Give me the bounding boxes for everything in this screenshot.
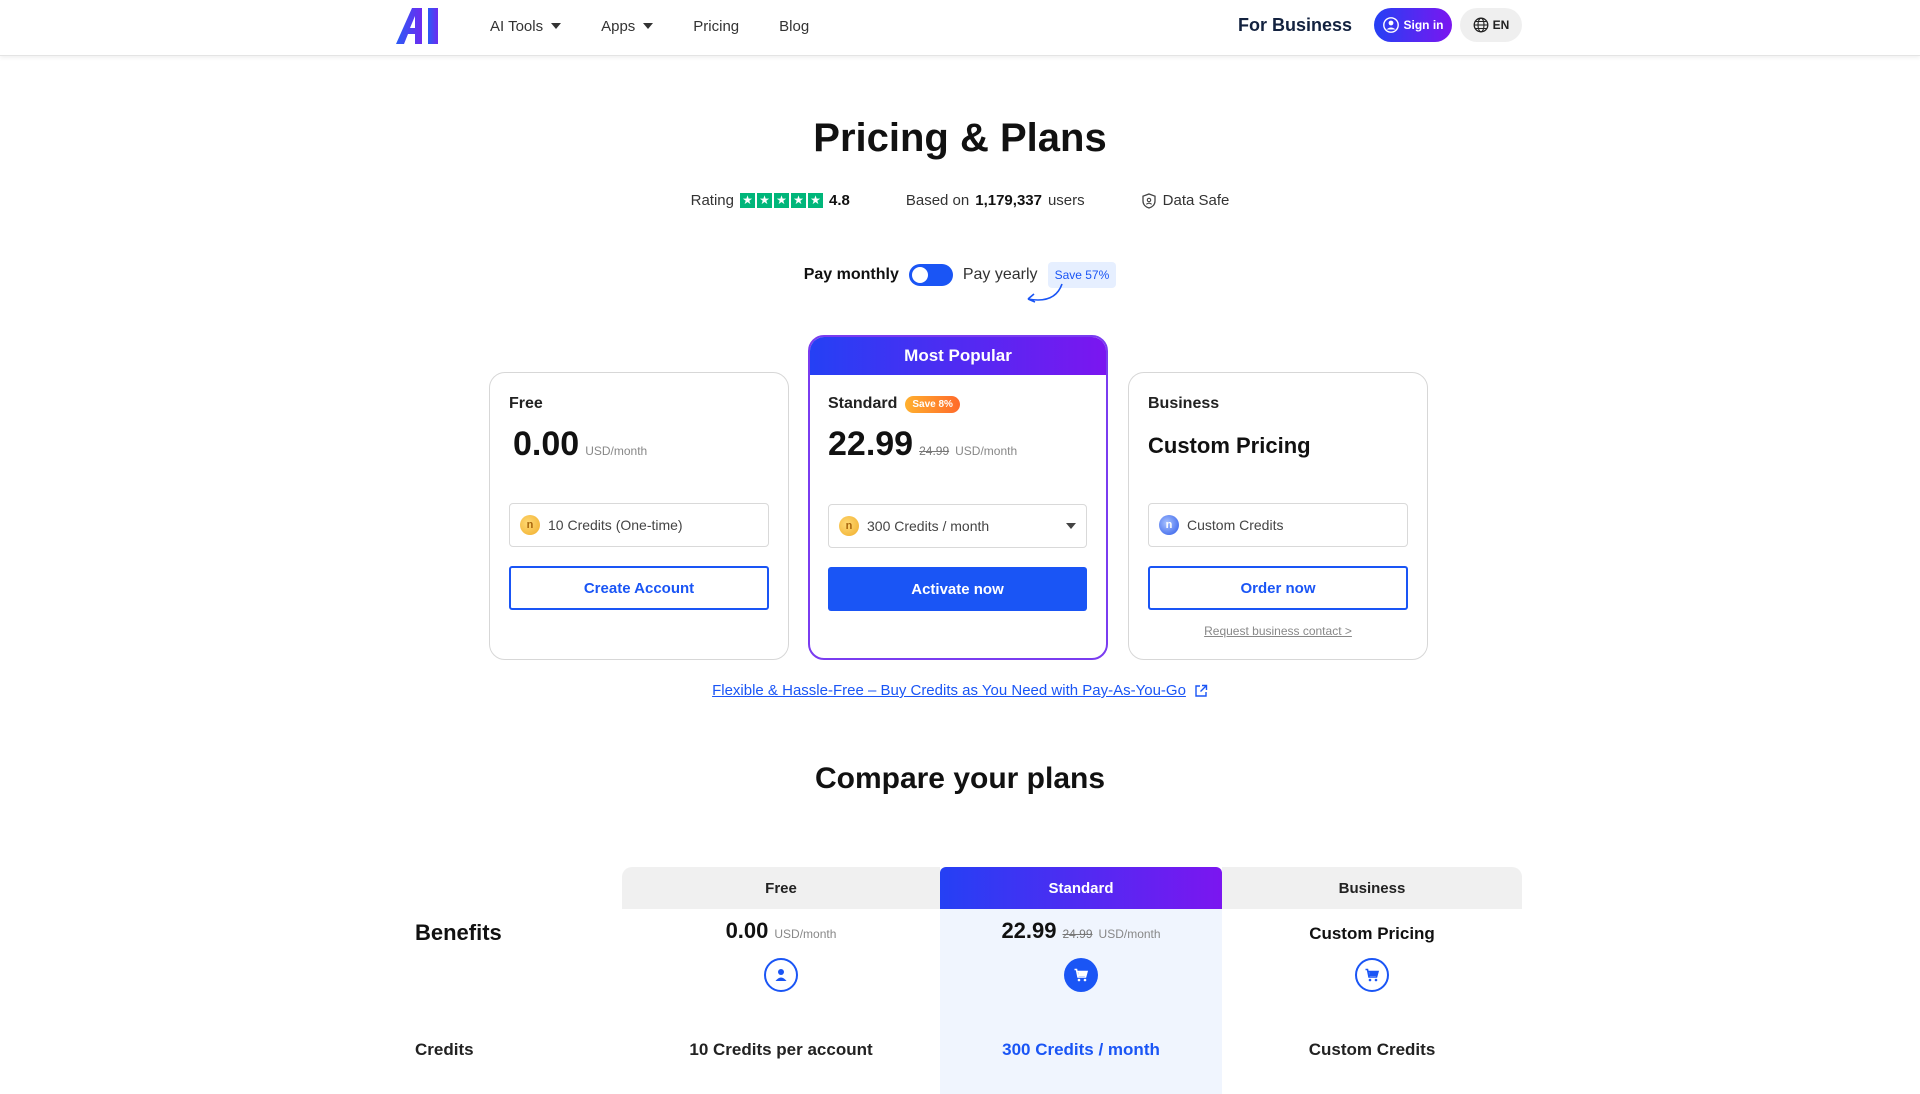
cart-icon[interactable]	[1064, 958, 1098, 992]
compare-cell-business: Custom Credits	[1308, 1040, 1436, 1059]
credits-label: 300 Credits / month	[867, 518, 990, 534]
credits-dropdown[interactable]: n 300 Credits / month	[828, 504, 1087, 548]
nav-ai-tools[interactable]: AI Tools	[490, 17, 562, 35]
rating-value: 4.8	[828, 192, 850, 209]
trustpilot-stars-icon: ★ ★ ★ ★ ★	[739, 193, 823, 208]
pay-as-you-go-row: Flexible & Hassle-Free – Buy Credits as …	[0, 682, 1920, 699]
users-count: 1,179,337	[975, 192, 1042, 209]
brand-logo[interactable]	[396, 8, 448, 44]
compare-header-standard: Standard	[940, 867, 1222, 909]
plan-price: 22.99	[828, 425, 914, 463]
cart-icon[interactable]	[1355, 958, 1389, 992]
compare-price: 22.99	[1001, 918, 1057, 943]
create-account-button[interactable]: Create Account	[509, 566, 769, 610]
nav-pricing[interactable]: Pricing	[693, 18, 739, 35]
for-business-link[interactable]: For Business	[1238, 15, 1352, 36]
user-count: Based on 1,179,337 users	[906, 192, 1085, 209]
plan-card-business: Business Custom Pricing n Custom Credits…	[1128, 372, 1428, 660]
compare-business-column: Custom Pricing	[1222, 918, 1522, 992]
data-safe: Data Safe	[1141, 192, 1230, 209]
language-label: EN	[1492, 18, 1510, 32]
chevron-down-icon	[1066, 523, 1076, 529]
billing-period-toggle[interactable]	[908, 264, 953, 286]
sign-in-label: Sign in	[1403, 18, 1444, 32]
plan-card-free: Free 0.00 USD/month n 10 Credits (One-ti…	[489, 372, 789, 660]
nav-label: Pricing	[693, 17, 740, 35]
billing-toggle-row: Pay monthly Pay yearly Save 57%	[0, 262, 1920, 288]
nav-blog[interactable]: Blog	[779, 18, 809, 35]
nav-label: AI Tools	[490, 17, 544, 35]
compare-cell-standard: 300 Credits / month	[1002, 1040, 1160, 1059]
chevron-down-icon	[643, 23, 654, 29]
data-safe-label: Data Safe	[1162, 192, 1230, 209]
plan-price: 0.00	[513, 425, 580, 463]
save-badge: Save 8%	[905, 395, 960, 413]
price-unit: USD/month	[585, 444, 648, 458]
coin-icon: n	[1159, 515, 1179, 535]
users-suffix: users	[1047, 192, 1085, 209]
plan-name: Business	[1148, 395, 1220, 412]
activate-now-button[interactable]: Activate now	[828, 567, 1087, 611]
nav-label: Blog	[779, 17, 810, 35]
plan-name: Standard	[828, 395, 898, 412]
credits-label: 10 Credits (One-time)	[548, 517, 683, 533]
coin-icon: n	[520, 515, 540, 535]
pay-as-you-go-label: Flexible & Hassle-Free – Buy Credits as …	[712, 682, 1186, 699]
compare-price: Custom Pricing	[1309, 924, 1435, 943]
language-selector[interactable]: EN	[1460, 8, 1522, 42]
nav-label: Apps	[601, 17, 636, 35]
original-price: 24.99	[1062, 927, 1093, 941]
compare-free-column: 0.00 USD/month	[622, 918, 940, 992]
main-nav: AI Tools Apps Pricing Blog	[490, 0, 809, 52]
plan-card-standard: Most Popular Standard Save 8% 22.99 24.9…	[808, 335, 1108, 660]
plan-price: Custom Pricing	[1148, 433, 1311, 458]
top-navigation-bar: AI Tools Apps Pricing Blog For Business …	[0, 0, 1920, 56]
most-popular-banner: Most Popular	[810, 337, 1106, 375]
benefits-heading: Benefits	[415, 920, 502, 945]
based-on-label: Based on	[905, 192, 970, 209]
user-icon[interactable]	[764, 958, 798, 992]
credits-label: Custom Credits	[1187, 517, 1284, 533]
compare-row-label: Credits	[415, 1040, 474, 1059]
compare-header-business: Business	[1222, 867, 1522, 909]
credits-display: n Custom Credits	[1148, 503, 1408, 547]
request-business-contact-link[interactable]: Request business contact >	[1148, 624, 1408, 638]
compare-price: 0.00	[725, 918, 769, 943]
order-now-button[interactable]: Order now	[1148, 566, 1408, 610]
compare-header-free: Free	[622, 867, 940, 909]
price-unit: USD/month	[774, 927, 837, 941]
coin-icon: n	[839, 516, 859, 536]
compare-title: Compare your plans	[814, 762, 1106, 795]
user-icon	[1382, 17, 1399, 33]
sign-in-button[interactable]: Sign in	[1374, 8, 1452, 42]
nav-apps[interactable]: Apps	[601, 17, 654, 35]
price-unit: USD/month	[955, 444, 1018, 458]
globe-icon	[1473, 17, 1489, 33]
compare-cell-free: 10 Credits per account	[689, 1040, 873, 1059]
price-unit: USD/month	[1098, 927, 1161, 941]
compare-standard-column: 22.99 24.99 USD/month	[940, 918, 1222, 992]
curved-arrow-icon	[1027, 283, 1063, 303]
trust-stats: Rating ★ ★ ★ ★ ★ 4.8 Based on 1,179,337 user…	[0, 192, 1920, 209]
rating-label: Rating	[690, 192, 734, 209]
credits-display: n 10 Credits (One-time)	[509, 503, 769, 547]
plan-name: Free	[509, 395, 543, 412]
shield-icon	[1142, 192, 1156, 209]
chevron-down-icon	[551, 23, 562, 29]
pay-as-you-go-link[interactable]: Flexible & Hassle-Free – Buy Credits as …	[712, 682, 1208, 699]
rating: Rating ★ ★ ★ ★ ★ 4.8	[691, 192, 850, 209]
pay-monthly-label[interactable]: Pay monthly	[804, 266, 899, 284]
original-price: 24.99	[919, 444, 950, 458]
page-title: Pricing & Plans	[813, 116, 1107, 160]
external-link-icon	[1195, 684, 1208, 697]
